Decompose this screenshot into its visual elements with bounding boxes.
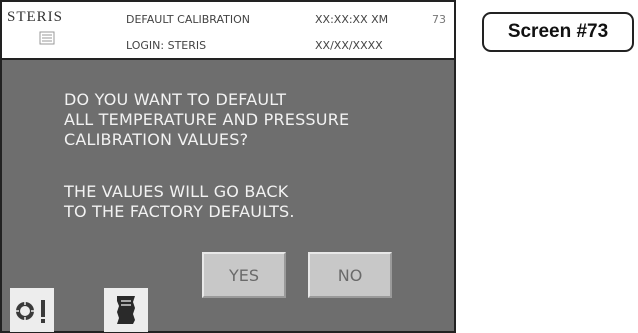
note-line: THE VALUES WILL GO BACK: [64, 182, 289, 201]
screen-number: 73: [432, 13, 446, 26]
login-status: LOGIN: STERIS: [126, 39, 207, 52]
question-line: ALL TEMPERATURE AND PRESSURE: [64, 110, 350, 129]
question-line: DO YOU WANT TO DEFAULT: [64, 90, 287, 109]
calibration-gauge-icon: [16, 300, 45, 323]
yes-button[interactable]: YES: [202, 252, 286, 298]
touchscreen-display: STERIS DEFAULT CALIBRATION LOGIN: STERIS…: [0, 0, 456, 333]
question-line: CALIBRATION VALUES?: [64, 130, 249, 149]
screen-label: Screen #73: [482, 12, 634, 52]
steris-logo-icon: [39, 31, 55, 45]
document-button[interactable]: [104, 288, 148, 332]
calibration-button[interactable]: [10, 288, 54, 332]
confirmation-question: DO YOU WANT TO DEFAULT ALL TEMPERATURE A…: [64, 90, 349, 150]
document-icon: [117, 296, 135, 324]
no-button[interactable]: NO: [308, 252, 392, 298]
clock-date: XX/XX/XXXX: [315, 39, 383, 52]
screen-title: DEFAULT CALIBRATION: [126, 13, 250, 26]
confirmation-note: THE VALUES WILL GO BACK TO THE FACTORY D…: [64, 182, 295, 222]
status-header: STERIS DEFAULT CALIBRATION LOGIN: STERIS…: [2, 2, 454, 60]
clock-time: XX:XX:XX XM: [315, 13, 389, 26]
note-line: TO THE FACTORY DEFAULTS.: [64, 202, 295, 221]
brand-logo: STERIS: [7, 9, 64, 25]
